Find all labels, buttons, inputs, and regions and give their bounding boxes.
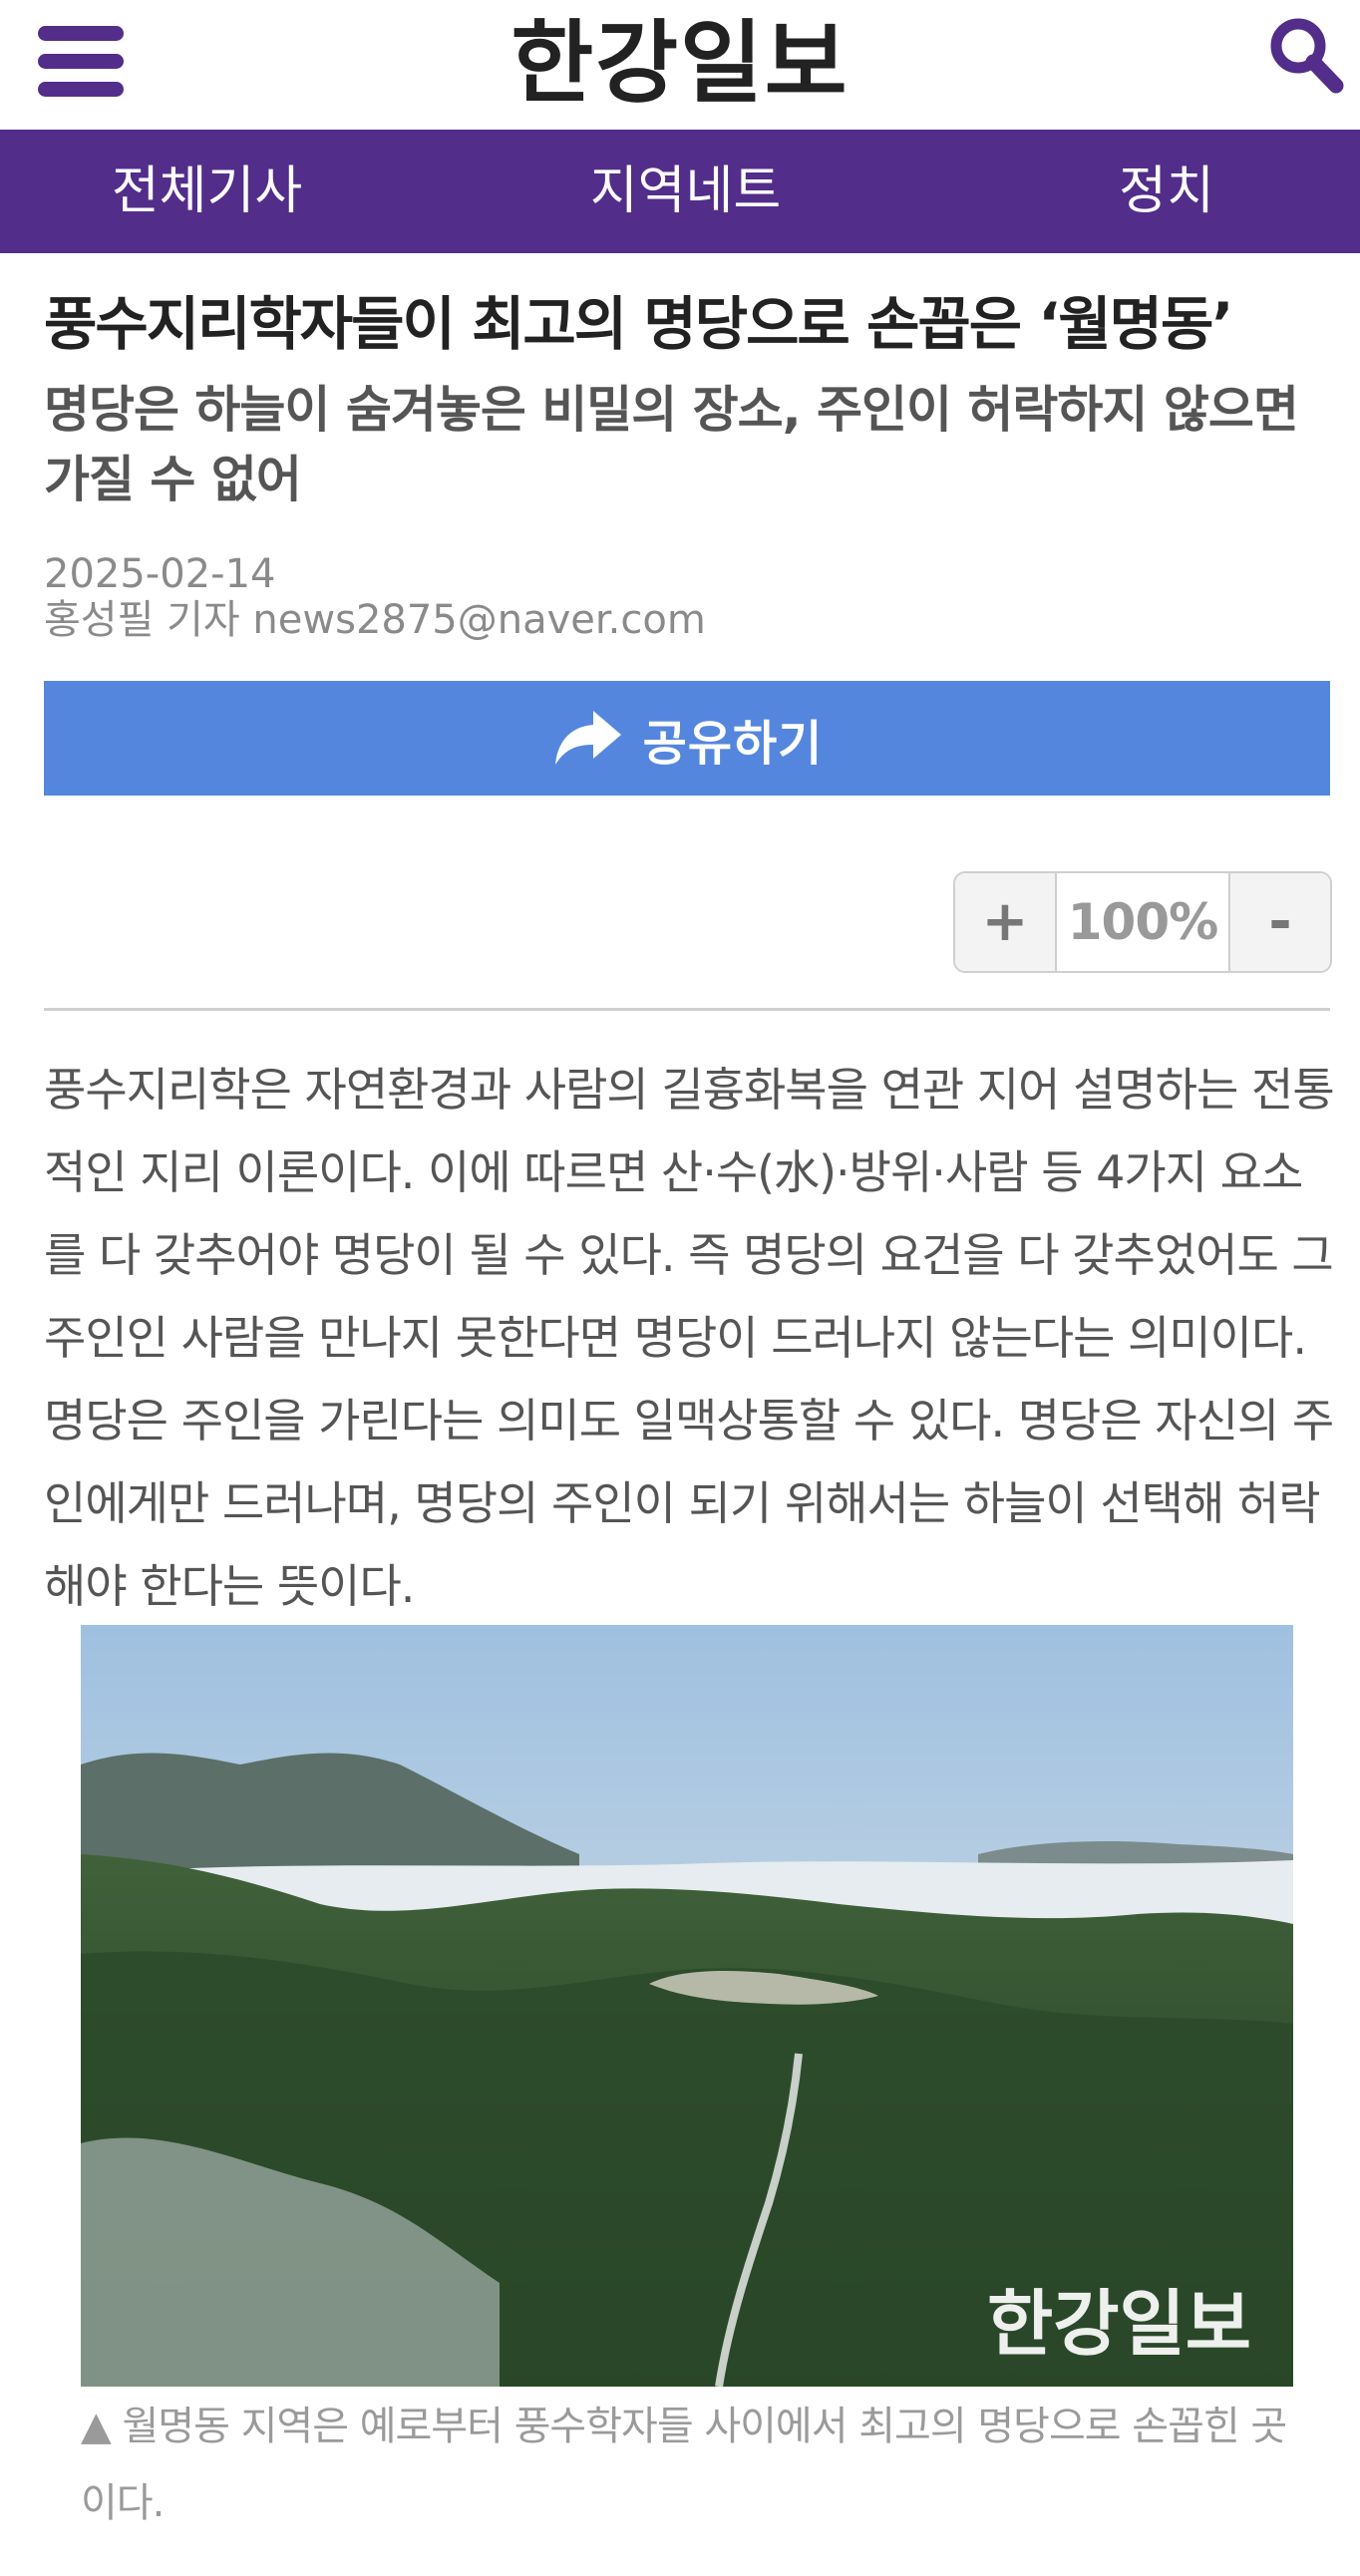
share-label: 공유하기 [642, 715, 824, 772]
share-button[interactable]: 공유하기 [44, 681, 1330, 796]
zoom-out-button[interactable]: - [1228, 873, 1330, 971]
category-nav: 전체기사 지역네트 정치 [0, 130, 1360, 253]
article-author: 홍성필 기자 news2875@naver.com [44, 597, 706, 643]
article-body: 풍수지리학은 자연환경과 사람의 길흉화복을 연관 지어 설명하는 전통적인 지… [44, 1063, 1335, 1613]
photo-caption: ▲ 월명동 지역은 예로부터 풍수학자들 사이에서 최고의 명당으로 손꼽힌 곳… [81, 2404, 1287, 2526]
divider [44, 1008, 1330, 1011]
article-subtitle: 명당은 하늘이 숨겨놓은 비밀의 장소, 주인이 허락하지 않으면 가질 수 없… [44, 381, 1299, 508]
share-arrow-icon [551, 707, 623, 771]
article-title: 풍수지리학자들이 최고의 명당으로 손꼽은 ‘월명동’ [44, 290, 1233, 358]
search-icon[interactable] [1266, 16, 1346, 96]
nav-item-politics[interactable]: 정치 [1037, 130, 1296, 253]
nav-item-all-articles[interactable]: 전체기사 [60, 130, 354, 253]
font-zoom-control: + 100% - [953, 871, 1332, 973]
photo-watermark: 한강일보 [987, 2282, 1251, 2366]
hamburger-menu-icon[interactable] [38, 22, 124, 102]
nav-item-regional-net[interactable]: 지역네트 [538, 130, 833, 253]
site-logo[interactable]: 한강일보 [431, 4, 929, 124]
zoom-level: 100% [1067, 893, 1218, 951]
top-header: 한강일보 [0, 0, 1360, 130]
article-date: 2025-02-14 [44, 551, 276, 597]
zoom-in-button[interactable]: + [955, 873, 1057, 971]
